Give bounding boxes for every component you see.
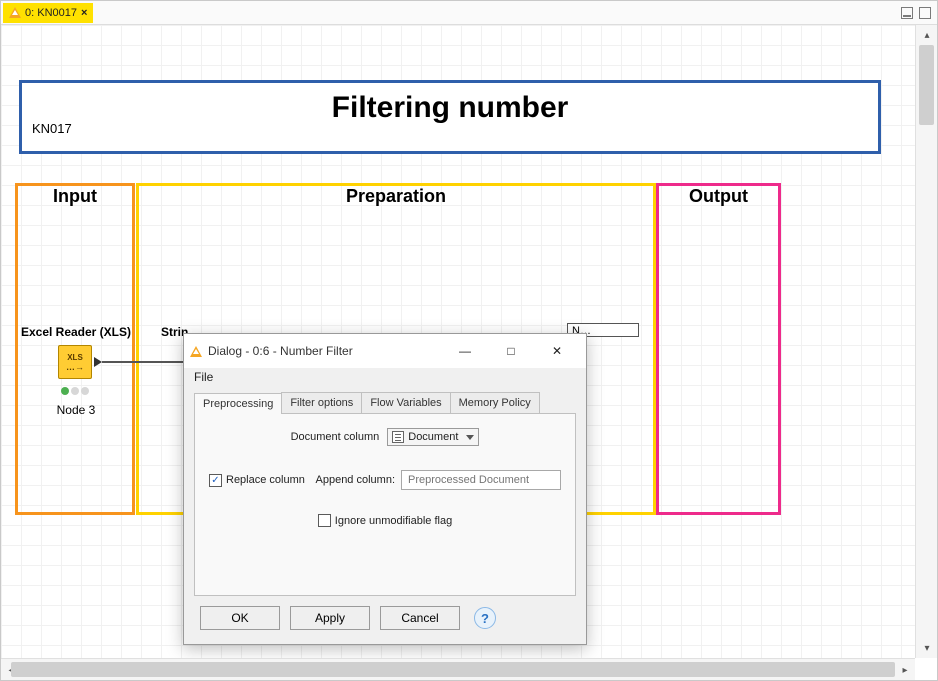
tab-filter-options[interactable]: Filter options (281, 392, 362, 413)
dialog-titlebar[interactable]: Dialog - 0:6 - Number Filter — □ ✕ (184, 334, 586, 368)
vertical-scrollbar[interactable]: ▴ ▾ (915, 25, 937, 658)
dialog-tabs: Preprocessing Filter options Flow Variab… (194, 392, 576, 414)
tab-preprocessing[interactable]: Preprocessing (194, 393, 282, 414)
editor-tab-active[interactable]: 0: KN0017 × (3, 3, 93, 23)
node-excel-reader-icon-text: XLS (67, 353, 83, 362)
ignore-flag-checkbox[interactable] (318, 514, 331, 527)
node-output-port[interactable] (94, 357, 102, 367)
replace-column-label: Replace column (226, 474, 305, 486)
node-excel-reader-title: Excel Reader (XLS) (11, 325, 141, 339)
tab-flow-variables[interactable]: Flow Variables (361, 392, 450, 413)
vertical-scroll-thumb[interactable] (919, 45, 934, 125)
apply-button[interactable]: Apply (290, 606, 370, 630)
connection-line (102, 361, 186, 363)
scroll-right-icon[interactable]: ▸ (897, 662, 913, 678)
document-icon (392, 431, 404, 443)
cancel-button[interactable]: Cancel (380, 606, 460, 630)
maximize-icon[interactable] (919, 7, 931, 19)
ignore-flag-label: Ignore unmodifiable flag (335, 515, 452, 527)
dialog-maximize-button[interactable]: □ (488, 336, 534, 366)
app-window: 0: KN0017 × Filtering number KN017 Input… (0, 0, 938, 681)
horizontal-scrollbar[interactable]: ◂ ▸ (1, 658, 915, 680)
node-excel-reader-label: Node 3 (36, 403, 116, 417)
minimize-icon[interactable] (901, 7, 913, 19)
status-light-2 (71, 387, 79, 395)
dialog-number-filter: Dialog - 0:6 - Number Filter — □ ✕ File … (183, 333, 587, 645)
ok-button[interactable]: OK (200, 606, 280, 630)
status-light-green (61, 387, 69, 395)
editor-tab-label: 0: KN0017 (25, 7, 77, 19)
ellipsis-to-arrow-icon: …→ (66, 362, 84, 372)
dialog-close-button[interactable]: ✕ (534, 336, 580, 366)
knime-icon (190, 346, 202, 357)
group-output-label: Output (659, 186, 778, 207)
dialog-menu: File (184, 368, 586, 388)
dialog-panel-preprocessing: Document column Document ✓ Replace colum… (194, 414, 576, 596)
scroll-up-icon[interactable]: ▴ (919, 27, 935, 43)
tab-memory-policy[interactable]: Memory Policy (450, 392, 540, 413)
dialog-window-buttons: — □ ✕ (442, 336, 580, 366)
help-icon[interactable]: ? (474, 607, 496, 629)
dialog-title: Dialog - 0:6 - Number Filter (208, 344, 353, 358)
group-input-label: Input (18, 186, 132, 207)
close-icon[interactable]: × (81, 7, 87, 19)
editor-tabbar: 0: KN0017 × (1, 1, 937, 25)
group-preparation-label: Preparation (139, 186, 653, 207)
workflow-heading: Filtering number (32, 91, 868, 125)
workflow-title-box: Filtering number KN017 (19, 80, 881, 154)
workarea-wrap: Filtering number KN017 Input Preparation… (1, 25, 937, 680)
scroll-down-icon[interactable]: ▾ (919, 640, 935, 656)
dialog-button-row: OK Apply Cancel ? (184, 606, 586, 644)
append-column-input[interactable] (401, 470, 561, 490)
replace-column-checkbox[interactable]: ✓ (209, 474, 222, 487)
status-light-3 (81, 387, 89, 395)
node-excel-reader[interactable]: XLS …→ (58, 345, 92, 379)
node-status-lights (57, 385, 93, 397)
document-column-value: Document (408, 431, 458, 443)
workflow-canvas[interactable]: Filtering number KN017 Input Preparation… (1, 25, 915, 658)
dialog-menu-file[interactable]: File (194, 370, 213, 384)
append-column-label: Append column: (316, 474, 396, 486)
workflow-id: KN017 (32, 121, 72, 136)
document-column-select[interactable]: Document (387, 428, 479, 446)
horizontal-scroll-thumb[interactable] (11, 662, 895, 677)
knime-icon (9, 7, 21, 18)
document-column-label: Document column (291, 431, 380, 443)
group-output: Output (656, 183, 781, 515)
dialog-minimize-button[interactable]: — (442, 336, 488, 366)
tabbar-controls (901, 7, 937, 19)
